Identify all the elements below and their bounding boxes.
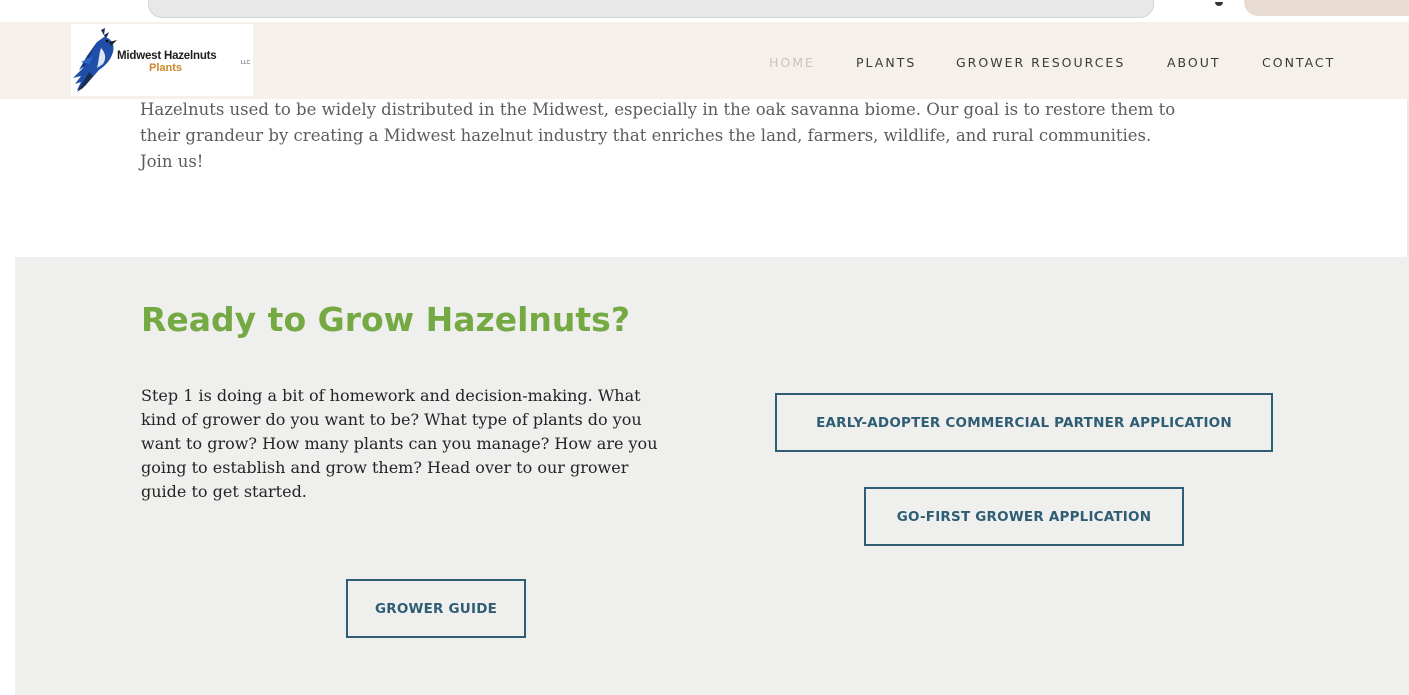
address-bar[interactable] — [148, 0, 1154, 18]
section-body: Step 1 is doing a bit of homework and de… — [141, 384, 741, 504]
browser-top-strip — [0, 0, 1409, 23]
site-logo[interactable]: Midwest Hazelnuts Plants LLC — [71, 24, 253, 96]
body-line: Step 1 is doing a bit of homework and de… — [141, 386, 641, 405]
nav-grower-resources[interactable]: GROWER RESOURCES — [956, 55, 1125, 70]
logo-llc: LLC — [241, 60, 251, 66]
logo-name: Midwest Hazelnuts — [117, 50, 217, 62]
commercial-partner-application-button[interactable]: EARLY-ADOPTER COMMERCIAL PARTNER APPLICA… — [775, 393, 1273, 452]
nav-contact[interactable]: CONTACT — [1262, 55, 1335, 70]
go-first-grower-application-button[interactable]: GO-FIRST GROWER APPLICATION — [864, 487, 1184, 546]
intro-line: Join us! — [140, 152, 204, 171]
site-header: Midwest Hazelnuts Plants LLC HOME PLANTS… — [0, 22, 1409, 99]
blue-jay-icon — [73, 28, 117, 92]
body-line: want to grow? How many plants can you ma… — [141, 434, 658, 453]
nav-plants[interactable]: PLANTS — [856, 55, 916, 70]
section-heading: Ready to Grow Hazelnuts? — [141, 300, 630, 339]
profile-icon[interactable] — [1215, 2, 1223, 6]
body-line: going to establish and grow them? Head o… — [141, 458, 629, 477]
intro-line: Hazelnuts used to be widely distributed … — [140, 100, 1176, 119]
intro-paragraph: Hazelnuts used to be widely distributed … — [140, 97, 1300, 175]
grower-guide-button[interactable]: GROWER GUIDE — [346, 579, 526, 638]
logo-subtitle: Plants — [149, 62, 183, 74]
nav-home[interactable]: HOME — [769, 55, 815, 70]
toolbar-pill[interactable] — [1244, 0, 1409, 16]
intro-line: their grandeur by creating a Midwest haz… — [140, 126, 1152, 145]
body-line: guide to get started. — [141, 482, 307, 501]
body-line: kind of grower do you want to be? What t… — [141, 410, 642, 429]
nav-about[interactable]: ABOUT — [1167, 55, 1221, 70]
